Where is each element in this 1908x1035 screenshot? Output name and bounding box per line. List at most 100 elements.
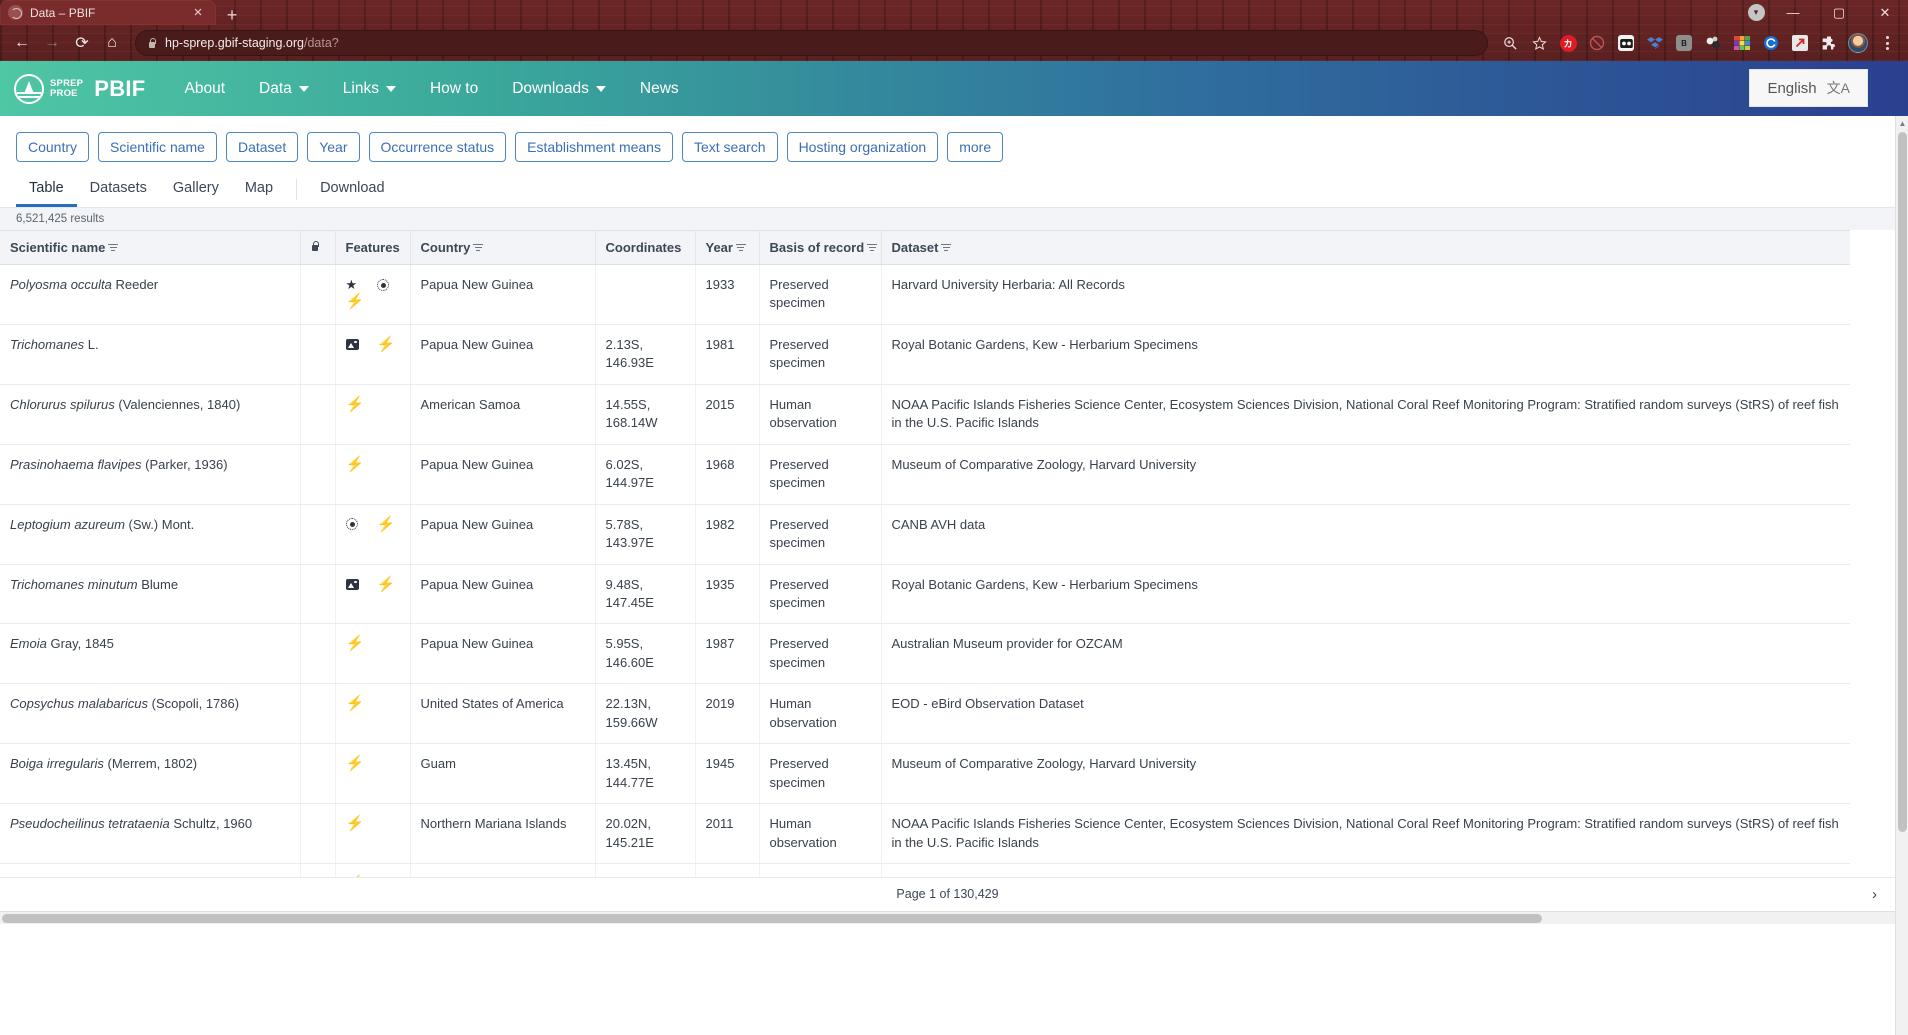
nav-item-links[interactable]: Links (326, 61, 413, 116)
nav-item-downloads[interactable]: Downloads (495, 61, 623, 116)
site-logo[interactable]: SPREP PROE PBIF (14, 73, 146, 104)
bolt-icon[interactable]: ⚡ (377, 337, 396, 352)
tab-datasets[interactable]: Datasets (77, 172, 160, 207)
extension-puzzle-icon[interactable] (1816, 30, 1842, 56)
next-page-button[interactable]: › (1872, 886, 1877, 903)
table-row[interactable]: Trichomanes minutum Blume ⚡ Papua New Guin… (0, 564, 1850, 625)
avatar[interactable] (1845, 30, 1871, 56)
kebab-menu-icon[interactable] (1874, 30, 1900, 56)
home-icon[interactable]: ⌂ (98, 29, 126, 57)
dna-icon[interactable] (345, 518, 358, 531)
table-row[interactable]: Prasinohaema flavipes (Parker, 1936) ⚡ Pap… (0, 444, 1850, 505)
extension-evernote-icon[interactable]: B (1671, 30, 1697, 56)
bolt-icon[interactable]: ⚡ (346, 457, 365, 472)
col-dataset[interactable]: Dataset (881, 230, 1850, 265)
extension-molecule-icon[interactable] (1700, 30, 1726, 56)
image-icon[interactable] (345, 578, 359, 590)
cell-scientific-name[interactable]: Prasinohaema flavipes (Parker, 1936) (0, 444, 301, 505)
bolt-icon[interactable]: ⚡ (346, 397, 365, 412)
cell-scientific-name[interactable]: Trichomanes L. (0, 324, 301, 385)
extension-colors-icon[interactable] (1729, 30, 1755, 56)
table-row[interactable]: Trichomanes L. ⚡ Papua New Guinea 2.13S, 14… (0, 324, 1850, 385)
filter-scientific-name[interactable]: Scientific name (98, 132, 217, 162)
address-bar[interactable]: hp-sprep.gbif-staging.org/data? (135, 30, 1488, 56)
table-row[interactable]: Leptogium azureum (Sw.) Mont. ⚡ Papua New … (0, 504, 1850, 565)
tab-search-button[interactable]: ▾ (1742, 4, 1770, 21)
col-basis-of-record[interactable]: Basis of record (759, 230, 882, 265)
star-icon[interactable]: ★ (346, 278, 358, 291)
forward-icon[interactable]: → (38, 29, 66, 57)
scroll-up-arrow-icon[interactable]: ▲ (1896, 116, 1908, 130)
tab-map[interactable]: Map (232, 172, 286, 207)
language-selector[interactable]: English 文A (1749, 69, 1868, 107)
filter-establishment-means[interactable]: Establishment means (515, 132, 673, 162)
nav-item-news[interactable]: News (623, 61, 696, 116)
table-row[interactable]: Pseudocheilinus tetrataenia Schultz, 196… (0, 803, 1850, 865)
cell-scientific-name[interactable]: Boiga irregularis (Merrem, 1802) (0, 743, 301, 805)
cell-scientific-name[interactable]: Pseudocheilinus tetrataenia Schultz, 196… (0, 803, 301, 865)
zoom-icon[interactable] (1497, 30, 1523, 56)
cell-scientific-name[interactable]: Emoia Gray, 1845 (0, 623, 301, 685)
browser-tab[interactable]: Data – PBIF × (0, 0, 216, 25)
filter-hosting-organization[interactable]: Hosting organization (786, 132, 939, 162)
table-row[interactable]: Emoia Gray, 1845 ⚡ Papua New Guinea 5.95S, … (0, 623, 1850, 685)
cell-scientific-name[interactable]: Chlorurus spilurus (Valenciennes, 1840) (0, 384, 301, 445)
tab-download[interactable]: Download (307, 172, 398, 207)
table-row[interactable]: Copsychus malabaricus (Scopoli, 1786) ⚡ Un… (0, 683, 1850, 745)
extension-crossed-icon[interactable] (1584, 30, 1610, 56)
close-window-button[interactable]: ✕ (1862, 0, 1908, 25)
tab-table[interactable]: Table (16, 172, 77, 207)
reload-icon[interactable]: ⟳ (68, 29, 96, 57)
col-scientific-name[interactable]: Scientific name (0, 230, 301, 265)
filter-icon[interactable] (735, 242, 746, 253)
bolt-icon[interactable]: ⚡ (346, 636, 365, 651)
bolt-icon[interactable]: ⚡ (346, 294, 365, 309)
cell-scientific-name[interactable]: Leptogium azureum (Sw.) Mont. (0, 504, 301, 565)
close-tab-icon[interactable]: × (188, 3, 208, 23)
table-row[interactable]: Chlorurus spilurus (Valenciennes, 1840) ⚡… (0, 384, 1850, 445)
page-vertical-scrollbar[interactable]: ▲ ▼ (1895, 116, 1908, 1035)
filter-icon[interactable] (941, 242, 952, 253)
filter-year[interactable]: Year (307, 132, 360, 162)
bolt-icon[interactable]: ⚡ (377, 517, 396, 532)
table-row[interactable]: Polyosma occulta Reeder ★ ⚡ Papua New Guine… (0, 264, 1850, 325)
filter-text-search[interactable]: Text search (681, 132, 778, 162)
nav-item-data[interactable]: Data (242, 61, 326, 116)
bolt-icon[interactable]: ⚡ (377, 577, 396, 592)
filter-dataset[interactable]: Dataset (225, 132, 299, 162)
filter-country[interactable]: Country (16, 132, 90, 162)
cell-scientific-name[interactable]: Copsychus malabaricus (Scopoli, 1786) (0, 683, 301, 745)
dna-icon[interactable] (376, 278, 389, 291)
filter-more[interactable]: more (947, 132, 1004, 162)
filter-icon[interactable] (867, 242, 878, 253)
image-icon[interactable] (345, 338, 359, 350)
nav-item-how-to[interactable]: How to (413, 61, 495, 116)
extension-arrow-icon[interactable] (1787, 30, 1813, 56)
extension-goggles-icon[interactable] (1613, 30, 1639, 56)
col-country[interactable]: Country (410, 230, 596, 265)
horizontal-scrollbar-thumb[interactable] (2, 913, 1542, 923)
vertical-scrollbar-thumb[interactable] (1898, 132, 1907, 832)
tab-gallery[interactable]: Gallery (160, 172, 232, 207)
cell-basis-of-record: Preserved specimen (759, 444, 882, 505)
extension-dropbox-icon[interactable] (1642, 30, 1668, 56)
bolt-icon[interactable]: ⚡ (346, 756, 365, 771)
cell-scientific-name[interactable]: Polyosma occulta Reeder (0, 264, 301, 325)
filter-icon[interactable] (473, 242, 484, 253)
col-year[interactable]: Year (695, 230, 760, 265)
extension-blue-circle-icon[interactable] (1758, 30, 1784, 56)
nav-item-about[interactable]: About (168, 61, 243, 116)
bookmark-star-icon[interactable] (1526, 30, 1552, 56)
bolt-icon[interactable]: ⚡ (346, 816, 365, 831)
cell-scientific-name[interactable]: Trichomanes minutum Blume (0, 564, 301, 625)
filter-occurrence-status[interactable]: Occurrence status (368, 132, 507, 162)
extension-red-icon[interactable]: カ (1555, 30, 1581, 56)
minimize-button[interactable]: — (1770, 0, 1816, 25)
new-tab-button[interactable]: + (222, 5, 242, 25)
back-icon[interactable]: ← (8, 29, 36, 57)
maximize-button[interactable]: ▢ (1816, 0, 1862, 25)
horizontal-scrollbar[interactable] (0, 910, 1895, 924)
filter-icon[interactable] (108, 242, 119, 253)
table-row[interactable]: Boiga irregularis (Merrem, 1802) ⚡ Guam 13.… (0, 743, 1850, 805)
bolt-icon[interactable]: ⚡ (346, 696, 365, 711)
